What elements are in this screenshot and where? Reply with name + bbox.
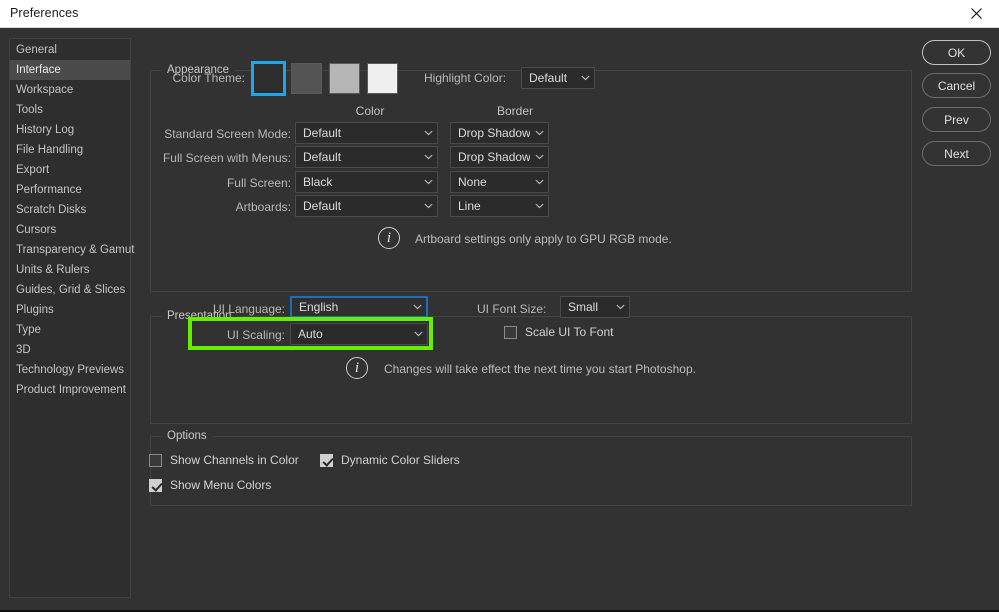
dynamic-color-sliders-label: Dynamic Color Sliders <box>341 453 460 467</box>
full-screen-color-value: Black <box>303 175 333 189</box>
color-theme-label: Color Theme: <box>172 71 245 85</box>
preferences-category-list[interactable]: General Interface Workspace Tools Histor… <box>9 38 134 598</box>
artboards-color-value: Default <box>303 199 342 213</box>
chevron-down-icon <box>530 196 548 216</box>
full-screen-with-menus-border-value: Drop Shadow <box>458 150 530 164</box>
standard-screen-mode-label: Standard Screen Mode: <box>164 127 291 141</box>
chevron-down-icon <box>611 297 629 317</box>
artboards-color-dropdown[interactable]: Default <box>295 195 438 217</box>
swatch-theme-light-gray[interactable] <box>329 63 360 94</box>
show-channels-in-color-checkbox[interactable] <box>149 453 162 467</box>
artboards-border-dropdown[interactable]: Line <box>450 195 549 217</box>
prev-button[interactable]: Prev <box>922 107 991 132</box>
chevron-down-icon <box>419 172 437 192</box>
full-screen-with-menus-color-dropdown[interactable]: Default <box>295 146 438 168</box>
show-menu-colors-label: Show Menu Colors <box>170 478 272 492</box>
highlight-color-dropdown[interactable]: Default <box>521 67 595 89</box>
standard-screen-mode-color-value: Default <box>303 126 342 140</box>
ui-language-dropdown[interactable]: English <box>290 296 428 318</box>
artboards-label: Artboards: <box>235 200 291 214</box>
options-group: Options <box>150 430 912 506</box>
sidebar-item-guides-grid-slices[interactable]: Guides, Grid & Slices <box>10 280 130 300</box>
sidebar-item-product-improvement[interactable]: Product Improvement <box>10 380 130 400</box>
chevron-down-icon <box>530 123 548 143</box>
highlight-color-value: Default <box>529 71 568 85</box>
highlight-color-label: Highlight Color: <box>424 71 507 85</box>
ui-language-label: UI Language: <box>212 302 285 316</box>
artboard-info-text: Artboard settings only apply to GPU RGB … <box>415 232 672 246</box>
chevron-down-icon <box>419 196 437 216</box>
scale-ui-to-font-label: Scale UI To Font <box>525 325 614 339</box>
ui-font-size-dropdown[interactable]: Small <box>560 296 630 318</box>
column-header-color: Color <box>355 104 385 118</box>
next-button[interactable]: Next <box>922 141 991 166</box>
ui-font-size-label: UI Font Size: <box>477 302 547 316</box>
info-icon: i <box>378 227 400 249</box>
standard-screen-mode-color-dropdown[interactable]: Default <box>295 122 438 144</box>
full-screen-border-value: None <box>458 175 487 189</box>
close-icon[interactable] <box>953 0 999 27</box>
sidebar-item-units-rulers[interactable]: Units & Rulers <box>10 260 130 280</box>
standard-screen-mode-border-value: Drop Shadow <box>458 126 530 140</box>
sidebar-item-cursors[interactable]: Cursors <box>10 220 130 240</box>
sidebar-item-tools[interactable]: Tools <box>10 100 130 120</box>
chevron-down-icon <box>419 123 437 143</box>
sidebar-item-general[interactable]: General <box>10 40 130 60</box>
full-screen-with-menus-label: Full Screen with Menus: <box>162 151 291 165</box>
standard-screen-mode-border-dropdown[interactable]: Drop Shadow <box>450 122 549 144</box>
chevron-down-icon <box>409 324 427 344</box>
full-screen-border-dropdown[interactable]: None <box>450 171 549 193</box>
chevron-down-icon <box>576 68 594 88</box>
chevron-down-icon <box>530 172 548 192</box>
show-channels-in-color-label: Show Channels in Color <box>170 453 299 467</box>
sidebar-item-technology-previews[interactable]: Technology Previews <box>10 360 130 380</box>
artboards-border-value: Line <box>458 199 481 213</box>
scale-ui-to-font-checkbox[interactable] <box>504 325 517 339</box>
sidebar-item-3d[interactable]: 3D <box>10 340 130 360</box>
scale-ui-to-font-checkbox-row[interactable]: Scale UI To Font <box>504 325 614 339</box>
options-group-title: Options <box>162 430 212 442</box>
window-title: Preferences <box>10 6 79 20</box>
swatch-theme-white[interactable] <box>367 63 398 94</box>
ok-button[interactable]: OK <box>922 40 991 65</box>
swatch-theme-medium-dark[interactable] <box>291 63 322 94</box>
chevron-down-icon <box>419 147 437 167</box>
full-screen-with-menus-color-value: Default <box>303 150 342 164</box>
window-titlebar: Preferences <box>0 0 999 28</box>
chevron-down-icon <box>408 298 426 316</box>
show-menu-colors-checkbox[interactable] <box>149 478 162 492</box>
presentation-info-text: Changes will take effect the next time y… <box>384 362 696 376</box>
dynamic-color-sliders-checkbox[interactable] <box>320 453 333 467</box>
ui-scaling-value: Auto <box>298 327 323 341</box>
ui-scaling-dropdown[interactable]: Auto <box>290 323 428 345</box>
full-screen-with-menus-border-dropdown[interactable]: Drop Shadow <box>450 146 549 168</box>
chevron-down-icon <box>530 147 548 167</box>
full-screen-color-dropdown[interactable]: Black <box>295 171 438 193</box>
ui-font-size-value: Small <box>568 300 599 314</box>
show-channels-in-color-row[interactable]: Show Channels in Color <box>149 453 299 467</box>
show-menu-colors-row[interactable]: Show Menu Colors <box>149 478 271 492</box>
swatch-theme-dark[interactable] <box>251 61 286 96</box>
sidebar-item-transparency-gamut[interactable]: Transparency & Gamut <box>10 240 134 260</box>
cancel-button[interactable]: Cancel <box>922 73 991 98</box>
column-header-border: Border <box>496 104 534 118</box>
dynamic-color-sliders-row[interactable]: Dynamic Color Sliders <box>320 453 460 467</box>
full-screen-label: Full Screen: <box>226 176 291 190</box>
preferences-dialog: General Interface Workspace Tools Histor… <box>0 28 999 612</box>
ui-scaling-label: UI Scaling: <box>226 328 285 342</box>
ui-language-value: English <box>299 300 339 314</box>
info-icon: i <box>346 357 368 379</box>
